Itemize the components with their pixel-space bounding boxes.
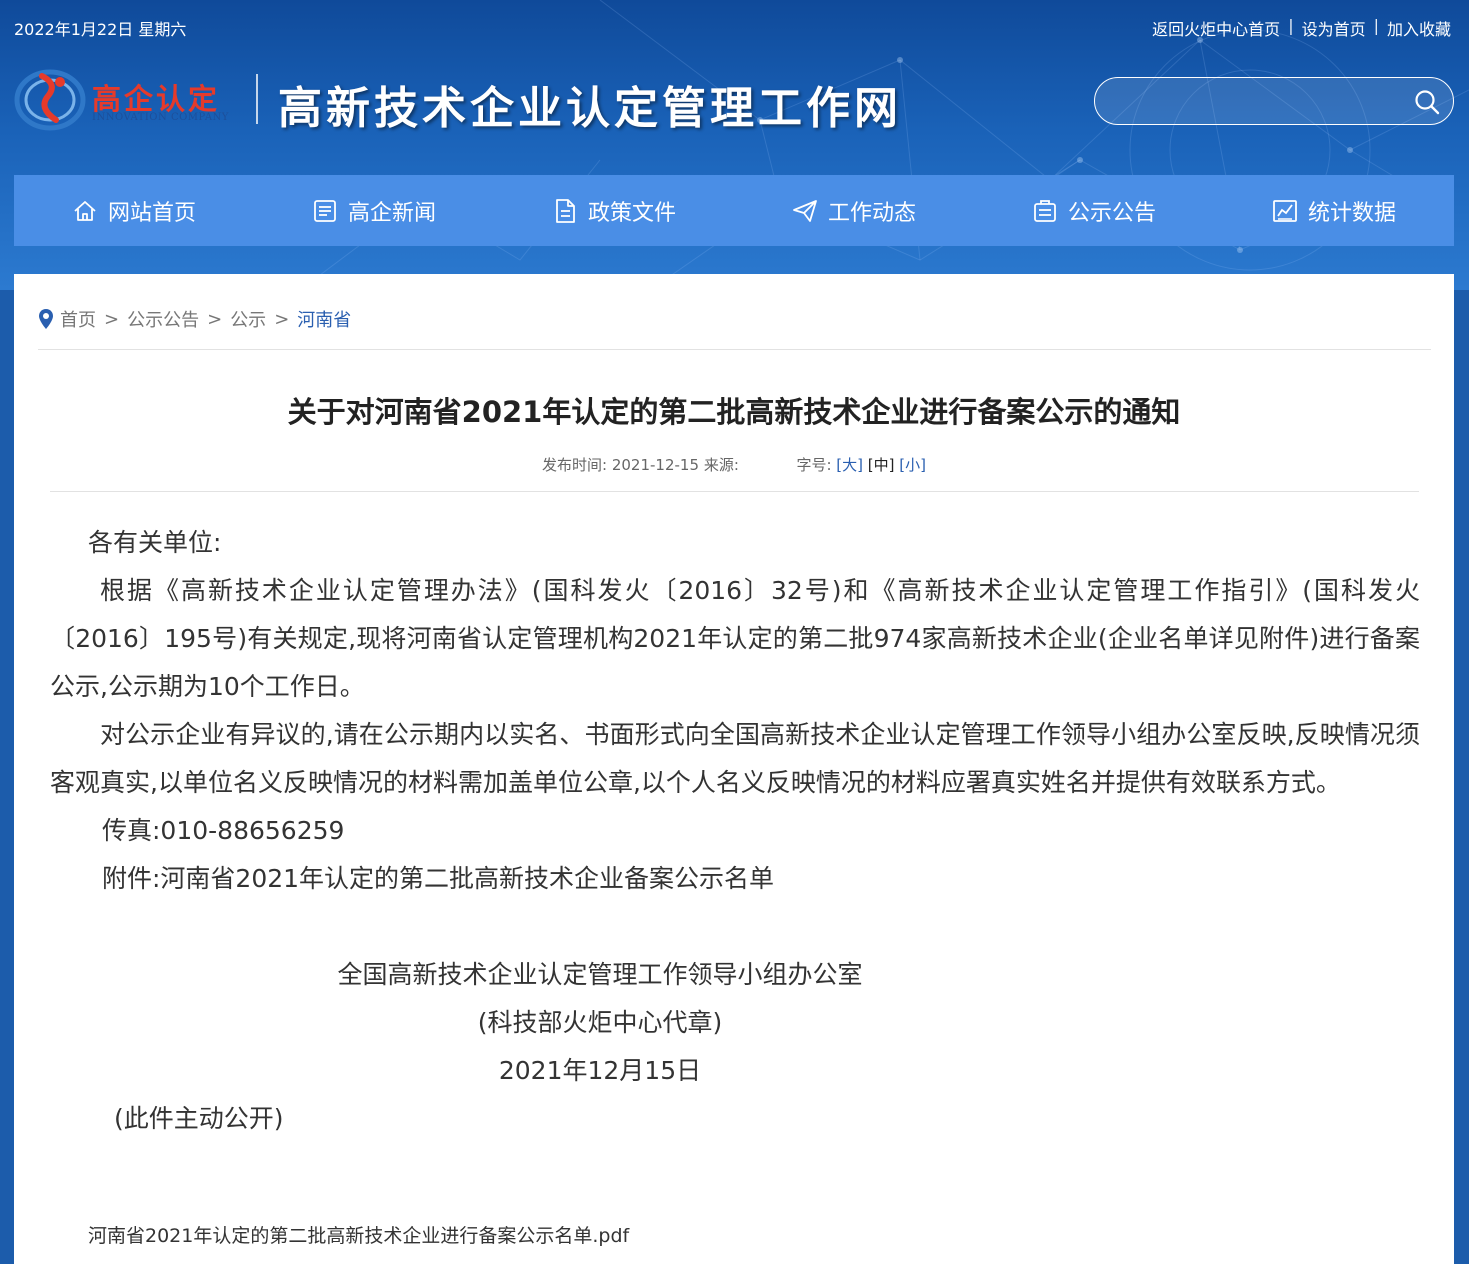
- breadcrumb-notice[interactable]: 公示: [230, 306, 266, 332]
- signature-org: 全国高新技术企业认定管理工作领导小组办公室: [337, 960, 863, 989]
- breadcrumb-separator: >: [104, 308, 120, 330]
- breadcrumb-separator: >: [274, 308, 290, 330]
- location-pin-icon: [39, 309, 53, 329]
- signature-seal: (科技部火炬中心代章): [477, 1008, 723, 1037]
- attachment-pdf-link[interactable]: 河南省2021年认定的第二批高新技术企业进行备案公示名单.pdf: [88, 1221, 629, 1248]
- source-label: 来源:: [703, 456, 739, 474]
- site-title: 高新技术企业认定管理工作网: [278, 83, 902, 134]
- top-links: 返回火炬中心首页 | 设为首页 | 加入收藏: [1152, 16, 1451, 40]
- set-homepage-link[interactable]: 设为首页: [1302, 16, 1366, 40]
- meta-divider: [50, 491, 1419, 492]
- return-home-link[interactable]: 返回火炬中心首页: [1152, 16, 1280, 40]
- main-content: 首页 > 公示公告 > 公示 > 河南省 关于对河南省2021年认定的第二批高新…: [14, 274, 1454, 1264]
- site-logo[interactable]: 高企认定 INNOVATION COMPANY: [14, 62, 244, 136]
- attachment-line: 附件:河南省2021年认定的第二批高新技术企业备案公示名单: [102, 864, 775, 893]
- article-title: 关于对河南省2021年认定的第二批高新技术企业进行备案公示的通知: [287, 395, 1181, 429]
- chart-icon: [1273, 199, 1297, 222]
- breadcrumb-announcements[interactable]: 公示公告: [127, 306, 199, 332]
- breadcrumb-separator: >: [207, 308, 223, 330]
- search-icon[interactable]: [1413, 88, 1441, 116]
- font-size-small-button[interactable]: [小]: [899, 456, 926, 474]
- salutation: 各有关单位:: [88, 528, 222, 557]
- nav-item-label: 工作动态: [827, 200, 916, 226]
- current-date: 2022年1月22日 星期六: [14, 20, 187, 39]
- nav-item-home[interactable]: 网站首页: [14, 175, 254, 246]
- search-input[interactable]: [1115, 88, 1395, 116]
- document-icon: [556, 198, 575, 223]
- paragraph-basis: 根据《高新技术企业认定管理办法》(国科发火〔2016〕32号)和《高新技术企业认…: [50, 576, 1420, 701]
- nav-item-label: 政策文件: [587, 200, 676, 226]
- news-icon: [314, 199, 336, 222]
- nav-item-news[interactable]: 高企新闻: [254, 175, 494, 246]
- nav-item-work-updates[interactable]: 工作动态: [734, 175, 974, 246]
- breadcrumb-home[interactable]: 首页: [60, 306, 96, 332]
- publish-date: 2021-12-15: [611, 456, 700, 474]
- add-favorite-link[interactable]: 加入收藏: [1387, 16, 1451, 40]
- nav-item-label: 网站首页: [107, 200, 196, 226]
- nav-item-policy[interactable]: 政策文件: [494, 175, 734, 246]
- top-bar: 2022年1月22日 星期六 返回火炬中心首页 | 设为首页 | 加入收藏: [0, 0, 1469, 52]
- breadcrumb-henan[interactable]: 河南省: [297, 306, 351, 332]
- logo-divider: [256, 74, 258, 124]
- main-nav: 网站首页 高企新闻 政策文件 工作动态 公示公告 统计数据: [14, 175, 1454, 246]
- logo-subtext: INNOVATION COMPANY: [92, 112, 229, 123]
- font-size-label: 字号:: [796, 456, 832, 474]
- article-meta: 发布时间: 2021-12-15 来源: 字号: [大] [中] [小]: [14, 454, 1454, 475]
- nav-item-label: 统计数据: [1307, 200, 1396, 226]
- paragraph-objection: 对公示企业有异议的,请在公示期内以实名、书面形式向全国高新技术企业认定管理工作领…: [50, 720, 1420, 797]
- font-size-medium-button[interactable]: [中]: [868, 456, 895, 474]
- font-size-large-button[interactable]: [大]: [836, 456, 863, 474]
- fax-line: 传真:010-88656259: [102, 816, 345, 845]
- home-icon: [74, 200, 96, 221]
- innovation-logo-icon: [14, 69, 86, 131]
- signature-date: 2021年12月15日: [498, 1056, 702, 1085]
- public-note: (此件主动公开): [114, 1104, 284, 1133]
- search-box[interactable]: [1094, 77, 1454, 125]
- top-link-separator: |: [1373, 16, 1379, 35]
- article-body: 各有关单位: 根据《高新技术企业认定管理办法》(国科发火〔2016〕32号)和《…: [50, 519, 1420, 1143]
- top-link-separator: |: [1288, 16, 1294, 35]
- breadcrumb: 首页 > 公示公告 > 公示 > 河南省: [38, 306, 351, 332]
- breadcrumb-divider: [38, 349, 1431, 350]
- nav-item-statistics[interactable]: 统计数据: [1214, 175, 1454, 246]
- nav-item-label: 高企新闻: [347, 200, 436, 226]
- paper-plane-icon: [793, 199, 817, 222]
- clipboard-icon: [1034, 199, 1056, 222]
- nav-item-label: 公示公告: [1067, 200, 1156, 226]
- publish-label: 发布时间:: [542, 456, 608, 474]
- nav-item-announcements[interactable]: 公示公告: [974, 175, 1214, 246]
